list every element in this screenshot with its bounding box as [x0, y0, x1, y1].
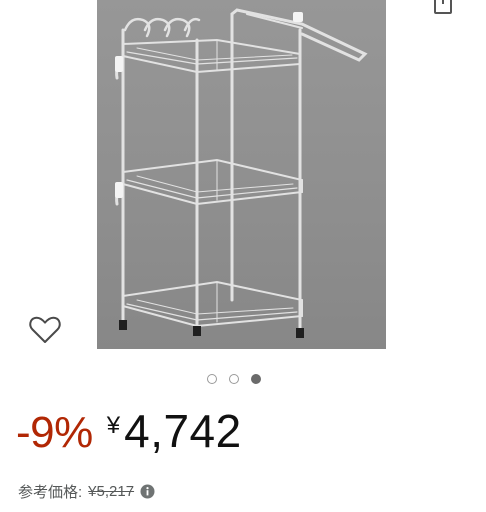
carousel-dot-2[interactable]	[229, 374, 239, 384]
share-icon[interactable]	[432, 0, 454, 16]
carousel-dot-1[interactable]	[207, 374, 217, 384]
list-price-row: 参考価格: ¥5,217	[18, 481, 155, 502]
product-image[interactable]	[97, 0, 386, 349]
heart-icon	[29, 316, 61, 343]
wishlist-heart-button[interactable]	[28, 314, 62, 346]
carousel-indicator	[207, 374, 261, 384]
list-price-label: 参考価格:	[18, 484, 83, 501]
list-price-value: ¥5,217	[88, 483, 135, 500]
price-row: -9% ¥ 4,742	[16, 404, 242, 466]
info-icon[interactable]	[140, 484, 155, 499]
carousel-dot-3[interactable]	[251, 374, 261, 384]
current-price: 4,742	[124, 405, 242, 457]
product-detail-page: -9% ¥ 4,742 参考価格: ¥5,217	[0, 0, 486, 512]
rack-illustration	[115, 8, 368, 338]
currency-symbol: ¥	[106, 412, 121, 439]
discount-percentage: -9%	[16, 408, 93, 457]
